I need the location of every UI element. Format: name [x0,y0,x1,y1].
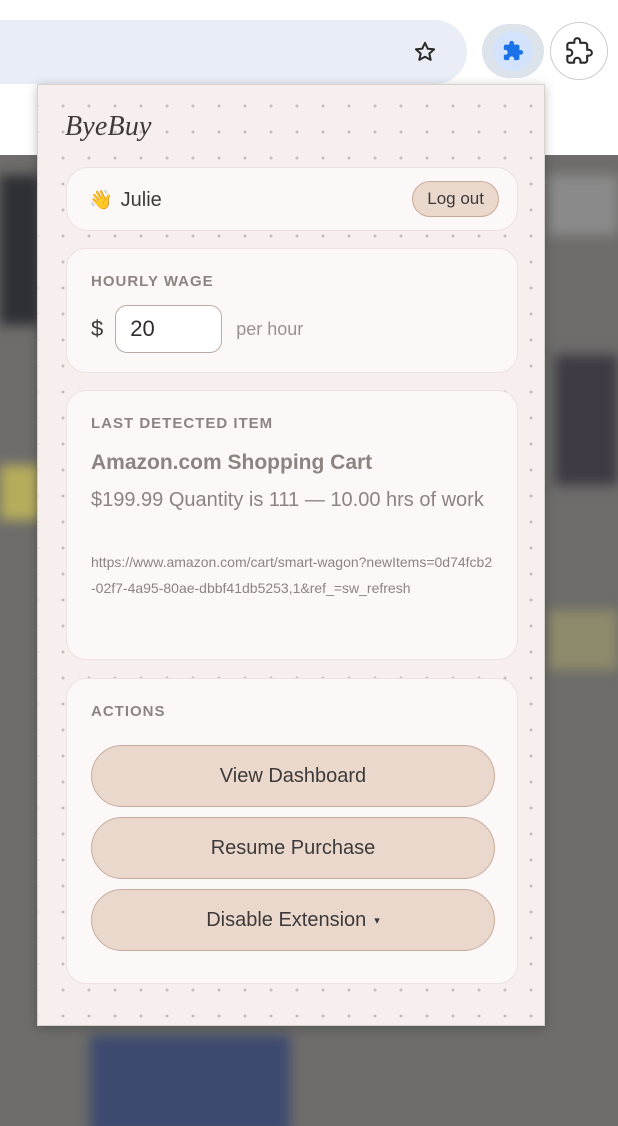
user-card: 👋 Julie Log out [66,167,518,231]
extensions-menu-icon [566,37,593,64]
actions-card: ACTIONS View Dashboard Resume Purchase D… [66,678,518,984]
item-description: $199.99 Quantity is 111 — 10.00 hrs of w… [91,489,484,511]
waving-hand-icon: 👋 [89,190,113,211]
actions-label: ACTIONS [91,703,166,720]
blurred-page-image [548,175,618,235]
last-detected-item-card: LAST DETECTED ITEM Amazon.com Shopping C… [66,390,518,660]
item-url: https://www.amazon.com/cart/smart-wagon?… [91,554,493,596]
blurred-page-banner [0,465,40,520]
per-hour-label: per hour [236,318,304,339]
resume-purchase-label: Resume Purchase [210,836,376,859]
logout-button[interactable]: Log out [412,181,499,217]
screen: ByeBuy 👋 Julie Log out HOURLY WAGE $ per… [0,0,618,1126]
star-icon [414,41,436,61]
blurred-page-image [555,355,618,485]
user-name: Julie [120,188,162,211]
bookmark-star-button[interactable] [404,31,446,73]
item-title: Amazon.com Shopping Cart [91,451,373,474]
byebuy-extension-button[interactable] [482,24,544,78]
currency-symbol: $ [91,316,104,341]
blurred-page-button [548,610,618,670]
disable-extension-button[interactable]: Disable Extension ▾ [91,889,495,951]
view-dashboard-button[interactable]: View Dashboard [91,745,495,807]
wage-input-row: $ per hour [91,305,303,353]
last-detected-item-label: LAST DETECTED ITEM [91,415,274,432]
address-bar[interactable] [0,20,467,84]
brand-title: ByeBuy [65,111,152,142]
blurred-page-image [0,175,40,325]
hourly-wage-input[interactable] [115,305,223,353]
extensions-menu-button[interactable] [550,22,608,80]
browser-toolbar [0,0,618,84]
blurred-page-image [90,1035,290,1126]
view-dashboard-label: View Dashboard [219,764,367,787]
puzzle-icon [503,40,524,61]
disable-extension-label: Disable Extension [206,908,367,931]
hourly-wage-card: HOURLY WAGE $ per hour [66,248,518,373]
user-greeting: 👋 Julie [89,168,162,232]
byebuy-popup: ByeBuy 👋 Julie Log out HOURLY WAGE $ per… [37,84,545,1026]
hourly-wage-label: HOURLY WAGE [91,273,214,290]
resume-purchase-button[interactable]: Resume Purchase [91,817,495,879]
dropdown-caret-icon: ▾ [374,914,380,927]
